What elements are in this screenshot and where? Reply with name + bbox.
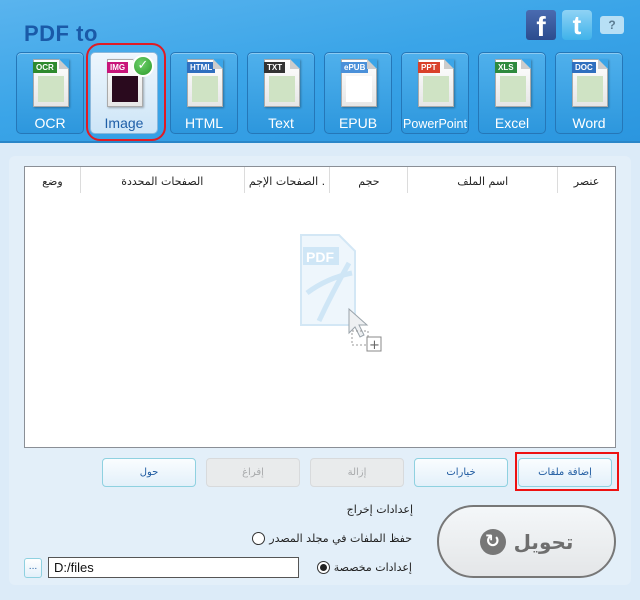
format-button-ocr[interactable]: OCR OCR [16, 52, 84, 134]
html-file-icon: HTML [187, 59, 223, 107]
format-button-epub[interactable]: ePUB EPUB [324, 52, 392, 134]
option-source-folder[interactable]: حفظ الملفات في مجلد المصدر [252, 532, 412, 545]
twitter-icon[interactable]: t [562, 10, 592, 40]
word-file-icon: DOC [572, 59, 608, 107]
format-label: PowerPoint [403, 117, 467, 131]
output-path-field[interactable]: D:/files [48, 557, 299, 578]
refresh-icon: ↻ [479, 528, 506, 555]
app-title: PDF to [24, 21, 98, 46]
remove-button[interactable]: إزالة [310, 458, 404, 487]
format-tag: DOC [572, 62, 596, 73]
format-preview [423, 76, 449, 102]
column-header-selected-pages[interactable]: الصفحات المحددة [79, 167, 244, 193]
format-label: Excel [494, 115, 530, 131]
selection-highlight [86, 43, 166, 141]
format-button-powerpoint[interactable]: PPT PowerPoint [401, 52, 469, 134]
output-settings-title: إعدادات إخراج [346, 503, 413, 516]
epub-file-icon: ePUB [341, 59, 377, 107]
browse-button[interactable]: ... [24, 558, 42, 578]
radio-source-folder[interactable] [252, 532, 266, 545]
convert-button[interactable]: تحويل ↻ [437, 505, 616, 578]
format-label: Word [572, 115, 606, 131]
convert-label: تحويل [513, 529, 574, 554]
format-button-word[interactable]: DOC Word [555, 52, 623, 134]
format-preview [38, 76, 64, 102]
format-preview [500, 76, 526, 102]
drop-pdf-icon: PDF + [300, 234, 382, 353]
format-preview [577, 76, 603, 102]
about-button[interactable]: حول [102, 458, 196, 487]
drop-pdf-label: PDF [306, 249, 334, 265]
help-icon[interactable]: ? [600, 16, 624, 34]
ocr-file-icon: OCR [33, 59, 69, 107]
format-tag: ePUB [341, 62, 369, 73]
powerpoint-file-icon: PPT [418, 59, 454, 107]
file-table[interactable]: عنصر اسم الملف حجم . الصفحات الإجم الصفح… [24, 166, 616, 448]
format-button-html[interactable]: HTML HTML [170, 52, 238, 134]
format-tag: XLS [495, 62, 517, 73]
column-header-size[interactable]: حجم [329, 167, 407, 193]
option-custom-label: إعدادات مخصصة [333, 561, 412, 574]
table-header: عنصر اسم الملف حجم . الصفحات الإجم الصفح… [25, 167, 615, 193]
format-preview [346, 76, 372, 102]
option-custom[interactable]: إعدادات مخصصة [316, 561, 412, 574]
add-files-highlight [515, 452, 619, 491]
format-preview [269, 76, 295, 102]
facebook-icon[interactable]: f [526, 10, 556, 42]
format-label: EPUB [338, 115, 378, 131]
format-button-excel[interactable]: XLS Excel [478, 52, 546, 134]
column-header-total-pages[interactable]: . الصفحات الإجم [243, 167, 330, 193]
format-label: Text [268, 115, 294, 131]
format-tag: OCR [33, 62, 57, 73]
options-button[interactable]: خيارات [414, 458, 508, 487]
format-label: OCR [34, 115, 66, 131]
format-button-text[interactable]: TXT Text [247, 52, 315, 134]
format-label: HTML [184, 115, 224, 131]
format-tag: HTML [187, 62, 216, 73]
column-header-item[interactable]: عنصر [557, 167, 615, 193]
radio-custom[interactable] [316, 561, 330, 574]
format-tag: TXT [264, 62, 286, 73]
excel-file-icon: XLS [495, 59, 531, 107]
text-file-icon: TXT [264, 59, 300, 107]
column-header-status[interactable]: وضع [25, 167, 80, 193]
format-tag: PPT [418, 62, 440, 73]
option-source-folder-label: حفظ الملفات في مجلد المصدر [269, 532, 412, 545]
format-preview [192, 76, 218, 102]
drop-plus-icon: + [369, 338, 380, 353]
column-header-filename[interactable]: اسم الملف [407, 167, 557, 193]
clear-button[interactable]: إفراغ [206, 458, 300, 487]
